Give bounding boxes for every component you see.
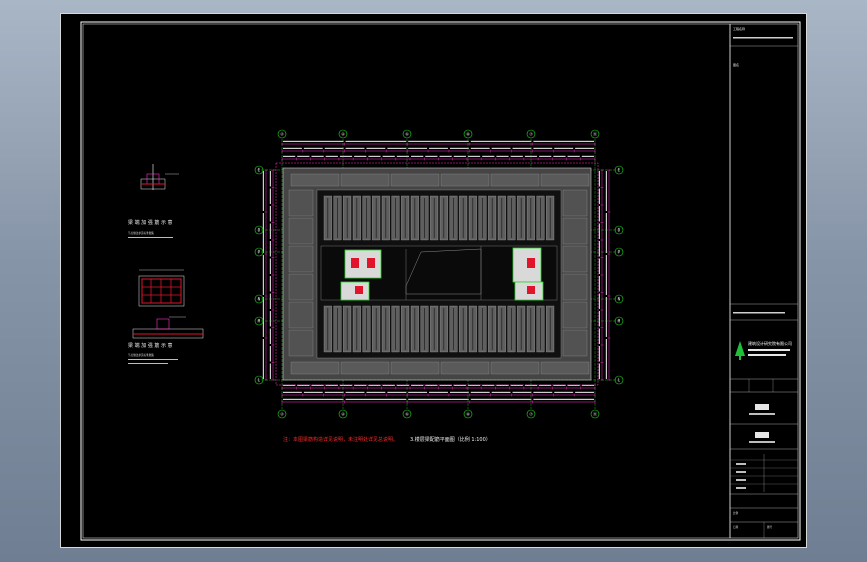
axis-label: ⑧ xyxy=(466,131,470,136)
plan-note: 注：本图梁筋构造详见说明，未注明处详见总说明。 xyxy=(283,436,398,443)
axis-label: ② xyxy=(280,411,284,416)
axis-label: ⑦ xyxy=(529,131,533,136)
tb-date-label: 日期 xyxy=(733,525,739,529)
title-block: 工程名称 图名 建筑设计研究院有限公司 比例 日期 图号 xyxy=(729,24,798,538)
axis-label: ⑪ xyxy=(593,410,597,416)
detail1-title: 梁 端 加 强 筋 示 意 xyxy=(128,219,173,226)
detail2-title: 梁 端 加 强 筋 示 意 xyxy=(128,342,173,349)
cad-drawing: 工程名称 图名 建筑设计研究院有限公司 比例 日期 图号 梁 端 加 强 筋 示… xyxy=(80,21,801,541)
detail1-sub: 节点做法参见标准图集 xyxy=(128,231,154,235)
axis-label: L xyxy=(618,377,621,382)
tb-project-label: 工程名称 xyxy=(733,26,745,31)
tb-drawing-label: 图名 xyxy=(733,62,739,67)
axis-label: ⑪ xyxy=(593,130,597,136)
axis-label: M xyxy=(618,318,621,323)
stair-core-right xyxy=(512,247,544,301)
plan-caption: 3.楼层梁配筋平面图（比例 1:100） xyxy=(410,436,491,443)
axis-label: E xyxy=(618,167,621,172)
axis-label: ⑧ xyxy=(466,411,470,416)
axis-label: ⑦ xyxy=(529,411,533,416)
cad-viewport[interactable]: 工程名称 图名 建筑设计研究院有限公司 比例 日期 图号 梁 端 加 强 筋 示… xyxy=(60,13,807,548)
axis-label: ④ xyxy=(341,131,345,136)
axis-label: P xyxy=(618,249,621,254)
axis-label: ⑥ xyxy=(405,131,409,136)
detail-section-3: 梁 端 加 强 筋 示 意 节点做法参见标准图集 xyxy=(128,316,204,364)
axis-label: M xyxy=(258,318,261,323)
detail-section-2 xyxy=(138,269,185,307)
axis-label: L xyxy=(258,377,261,382)
axis-label: D xyxy=(258,227,261,232)
tb-sheet-label: 图号 xyxy=(767,525,773,529)
company-logo-icon xyxy=(735,341,745,360)
axis-label: N xyxy=(618,296,621,301)
axis-label: P xyxy=(258,249,261,254)
axis-label: E xyxy=(258,167,261,172)
floor-plan: ② ② ④ ④ ⑥ ⑥ ⑧ ⑧ ⑦ ⑦ ⑪ ⑪ E E D D P P N N M M L L 注：本图梁筋构造详… xyxy=(254,129,624,443)
tb-scale-label: 比例 xyxy=(733,511,739,515)
axis-label: ② xyxy=(280,131,284,136)
detail-section-1: 梁 端 加 强 筋 示 意 节点做法参见标准图集 xyxy=(128,164,179,238)
axis-label: ⑥ xyxy=(405,411,409,416)
axis-label: ④ xyxy=(341,411,345,416)
detail2-sub: 节点做法参见标准图集 xyxy=(128,353,154,357)
axis-label: N xyxy=(258,296,261,301)
tb-company: 建筑设计研究院有限公司 xyxy=(748,340,792,346)
axis-label: D xyxy=(618,227,621,232)
